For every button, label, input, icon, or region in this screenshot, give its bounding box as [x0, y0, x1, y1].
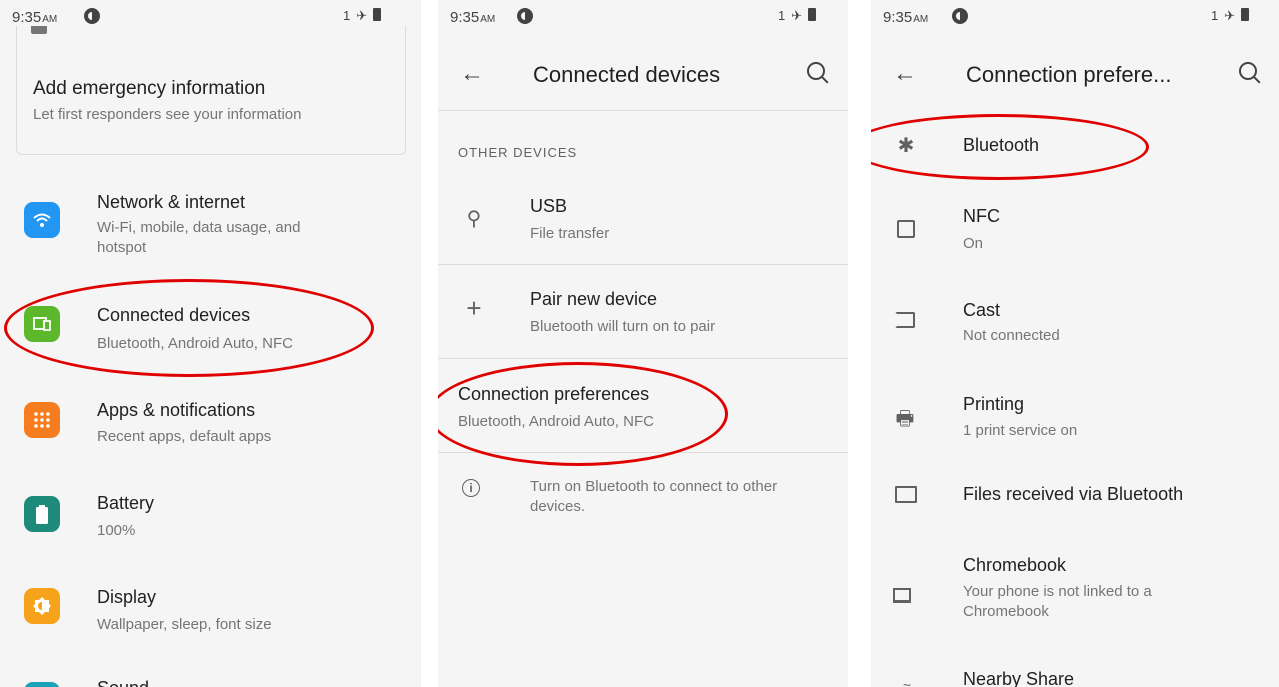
battery-icon — [24, 496, 60, 532]
card-icon-partial — [31, 26, 47, 34]
toolbar: ← Connection prefere... — [871, 40, 1279, 110]
apps-grid-icon — [24, 402, 60, 438]
airplane-icon: ✈ — [356, 8, 374, 23]
usb-item[interactable]: ⚲ USB File transfer — [438, 178, 848, 264]
item-title: Connected devices — [97, 305, 251, 325]
item-title: Sound — [97, 678, 149, 687]
emergency-title: Add emergency information — [33, 78, 266, 99]
toolbar: ← Connected devices — [438, 40, 848, 111]
item-title: Network & internet — [97, 192, 246, 212]
item-title: Files received via Bluetooth — [963, 484, 1184, 504]
info-icon: i — [462, 479, 480, 497]
connection-preferences-screen: 9:35AM 1✈ ← Connection prefere... ✱ Blue… — [871, 0, 1279, 687]
plus-icon: + — [466, 293, 482, 323]
cast-icon — [895, 312, 915, 328]
item-title: Cast — [963, 300, 1001, 320]
dnd-icon — [84, 8, 100, 24]
wifi-icon — [24, 202, 60, 238]
status-icons: 1✈ — [778, 8, 817, 24]
item-subtitle: Wi-Fi, mobile, data usage, and hotspot — [97, 219, 301, 256]
item-subtitle: 100% — [97, 522, 136, 539]
dnd-icon — [517, 8, 533, 24]
item-title: Chromebook — [963, 555, 1067, 575]
settings-item-display[interactable]: Display Wallpaper, sleep, font size — [0, 570, 421, 650]
airplane-icon: ✈ — [791, 8, 809, 23]
bluetooth-icon: ✱ — [897, 135, 915, 157]
battery-status-icon — [373, 8, 382, 21]
bluetooth-info: i Turn on Bluetooth to connect to other … — [438, 453, 848, 533]
info-text: Turn on Bluetooth to connect to other de… — [530, 478, 778, 515]
page-title: Connection prefere... — [966, 62, 1172, 87]
sound-icon — [24, 682, 60, 687]
item-title: Connection preferences — [458, 384, 650, 404]
item-title: Pair new device — [530, 289, 658, 309]
settings-item-connected-devices[interactable]: Connected devices Bluetooth, Android Aut… — [0, 288, 421, 368]
item-subtitle: Recent apps, default apps — [97, 428, 272, 445]
battery-status-icon — [1241, 8, 1250, 21]
nfc-icon — [897, 220, 915, 238]
status-icons: 1✈ — [1211, 8, 1250, 24]
files-received-item[interactable]: Files received via Bluetooth — [871, 470, 1279, 526]
emergency-card[interactable]: Add emergency information Let first resp… — [16, 26, 406, 155]
item-title: Bluetooth — [963, 135, 1040, 155]
item-subtitle: File transfer — [530, 225, 610, 242]
section-header: OTHER DEVICES — [458, 145, 578, 160]
printer-icon: 🖶 — [895, 408, 915, 430]
chromebook-item[interactable]: Chromebook Your phone is not linked to a… — [871, 546, 1279, 646]
item-title: Battery — [97, 493, 155, 513]
settings-item-battery[interactable]: Battery 100% — [0, 476, 421, 556]
item-subtitle: Wallpaper, sleep, font size — [97, 616, 272, 633]
settings-screen: 9:35AM 1✈ Add emergency information Let … — [0, 0, 421, 687]
search-icon[interactable] — [807, 62, 825, 80]
item-subtitle: On — [963, 235, 984, 252]
settings-item-apps[interactable]: Apps & notifications Recent apps, defaul… — [0, 382, 421, 462]
settings-item-sound[interactable]: Sound — [0, 664, 421, 687]
item-subtitle: Not connected — [963, 327, 1060, 344]
connection-preferences-item[interactable]: Connection preferences Bluetooth, Androi… — [438, 359, 848, 451]
item-title: Printing — [963, 394, 1025, 414]
item-title: USB — [530, 196, 568, 216]
status-bar: 9:35AM 1✈ — [438, 0, 848, 34]
item-title: Nearby Share — [963, 669, 1075, 687]
connected-devices-icon — [24, 306, 60, 342]
item-subtitle: Your phone is not linked to a Chromebook — [963, 583, 1152, 620]
airplane-icon: ✈ — [1224, 8, 1242, 23]
item-title: Display — [97, 587, 157, 607]
status-time: 9:35AM — [12, 9, 58, 26]
status-bar: 9:35AM 1✈ — [871, 0, 1279, 34]
item-subtitle: Bluetooth, Android Auto, NFC — [97, 335, 293, 352]
emergency-subtitle: Let first responders see your informatio… — [33, 106, 302, 123]
dnd-icon — [952, 8, 968, 24]
nearby-share-item[interactable]: ≈ Nearby Share — [871, 664, 1279, 687]
status-time: 9:35AM — [883, 9, 929, 26]
item-subtitle: Bluetooth, Android Auto, NFC — [458, 413, 654, 430]
status-time: 9:35AM — [450, 9, 496, 26]
item-subtitle: 1 print service on — [963, 422, 1078, 439]
item-title: Apps & notifications — [97, 400, 256, 420]
settings-item-network[interactable]: Network & internet Wi-Fi, mobile, data u… — [0, 186, 421, 272]
nfc-item[interactable]: NFC On — [871, 190, 1279, 276]
battery-status-icon — [808, 8, 817, 21]
item-subtitle: Bluetooth will turn on to pair — [530, 318, 716, 335]
nearby-share-icon: ≈ — [903, 678, 911, 687]
folder-icon — [895, 486, 917, 503]
usb-icon: ⚲ — [466, 208, 482, 230]
brightness-icon — [24, 588, 60, 624]
back-arrow-icon[interactable]: ← — [460, 60, 484, 88]
page-title: Connected devices — [533, 62, 721, 87]
back-arrow-icon[interactable]: ← — [893, 60, 917, 88]
item-title: NFC — [963, 206, 1000, 226]
printing-item[interactable]: 🖶 Printing 1 print service on — [871, 380, 1279, 466]
search-icon[interactable] — [1239, 62, 1257, 80]
chromebook-icon — [893, 588, 911, 603]
cast-item[interactable]: Cast Not connected — [871, 286, 1279, 372]
pair-new-device-item[interactable]: + Pair new device Bluetooth will turn on… — [438, 265, 848, 357]
status-icons: 1✈ — [343, 8, 382, 24]
bluetooth-item[interactable]: ✱ Bluetooth — [871, 118, 1279, 174]
connected-devices-screen: 9:35AM 1✈ ← Connected devices OTHER DEVI… — [438, 0, 848, 687]
